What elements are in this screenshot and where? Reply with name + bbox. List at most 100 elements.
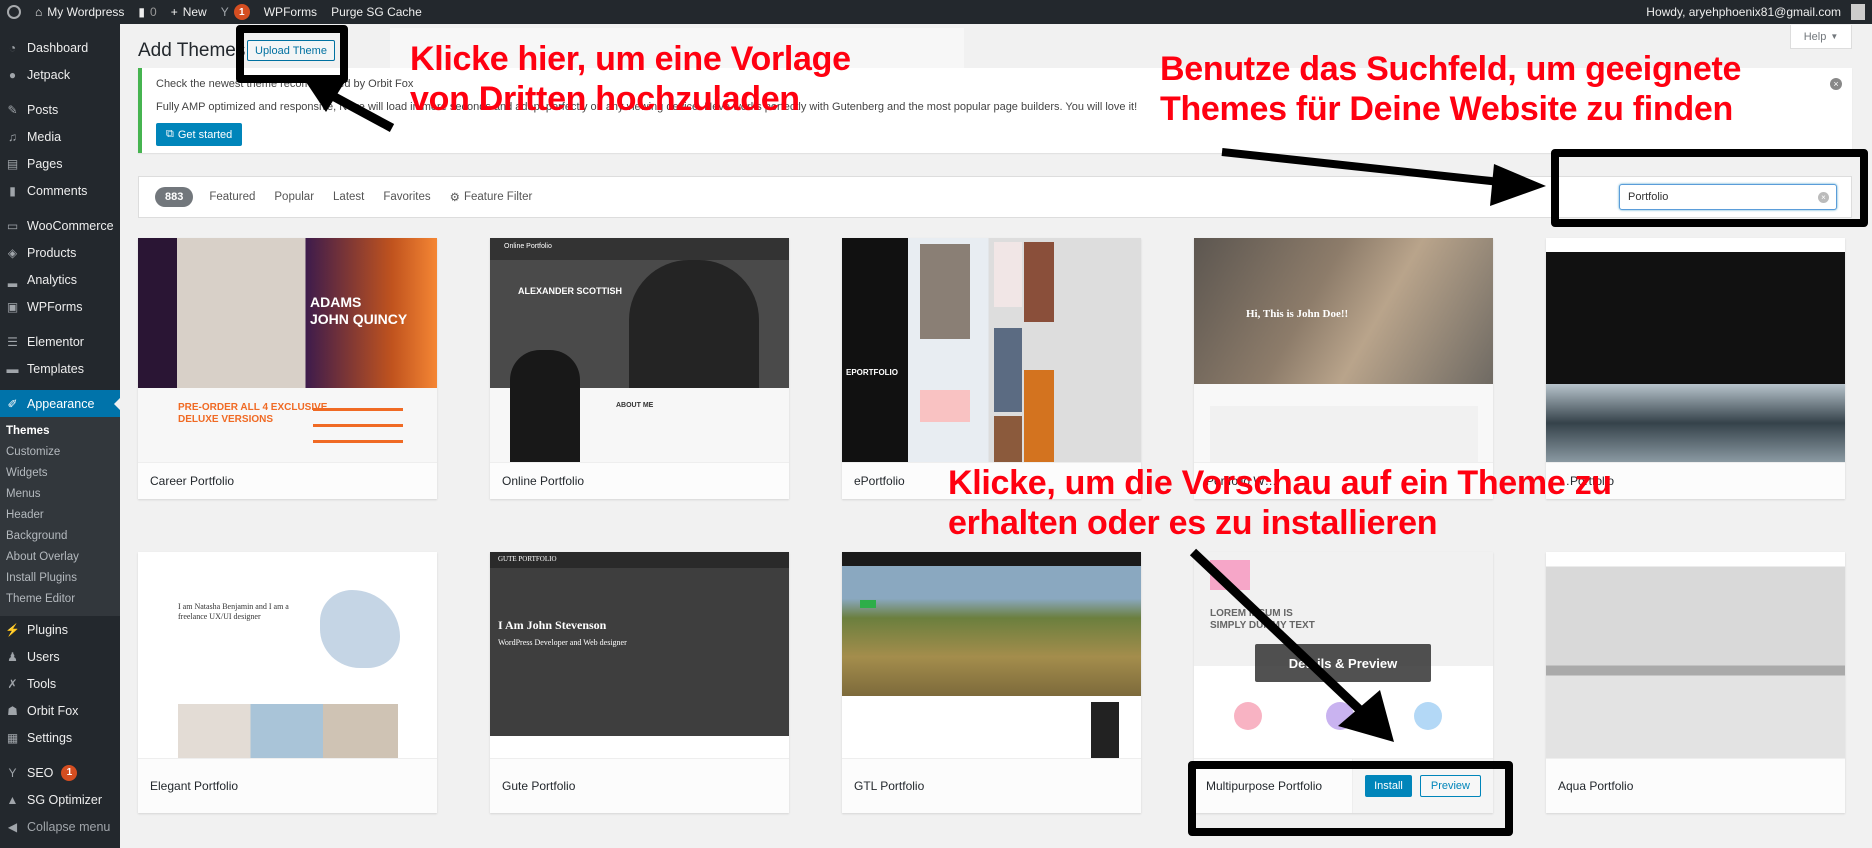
- notification-badge: 1: [233, 4, 250, 20]
- theme-card[interactable]: GTL Portfolio: [842, 552, 1141, 813]
- theme-card[interactable]: Aqua Portfolio: [1546, 552, 1845, 813]
- submenu-header[interactable]: Header: [0, 505, 120, 526]
- theme-name: Aqua Portfolio: [1546, 758, 1845, 813]
- theme-card[interactable]: GUTE PORTFOLIO I Am John Stevenson WordP…: [490, 552, 789, 813]
- collapse-menu-button[interactable]: ◀ Collapse menu: [0, 813, 120, 840]
- tab-favorites[interactable]: Favorites: [383, 191, 430, 203]
- comment-icon: ▮: [138, 5, 145, 19]
- dismiss-notice-icon[interactable]: ×: [1830, 78, 1842, 90]
- fox-icon: ☗: [7, 703, 18, 718]
- account-menu[interactable]: Howdy, aryehphoenix81@gmail.com: [1639, 0, 1872, 24]
- sidebar-item-media[interactable]: ♫ Media: [0, 123, 120, 150]
- comments-link[interactable]: ▮ 0: [131, 0, 163, 24]
- theme-screenshot[interactable]: LOREM IPSUM IS SIMPLY DUMMY TEXT Details…: [1194, 552, 1493, 758]
- sidebar-item-elementor[interactable]: ☰ Elementor: [0, 328, 120, 355]
- sg-icon: ▲: [6, 792, 19, 807]
- theme-screenshot[interactable]: GUTE PORTFOLIO I Am John Stevenson WordP…: [490, 552, 789, 758]
- theme-screenshot[interactable]: I am Natasha Benjamin and I am a freelan…: [138, 552, 437, 758]
- annotation-search: Benutze das Suchfeld, um geeignete Theme…: [1160, 50, 1742, 128]
- caret-down-icon: ▼: [1830, 32, 1839, 41]
- submenu-customize[interactable]: Customize: [0, 442, 120, 463]
- theme-screenshot[interactable]: [1546, 238, 1845, 462]
- sidebar-item-tools[interactable]: ✗ Tools: [0, 670, 120, 697]
- theme-screenshot[interactable]: Online Portfolio ALEXANDER SCOTTISH ABOU…: [490, 238, 789, 462]
- feature-filter-button[interactable]: ⚙ Feature Filter: [450, 190, 533, 204]
- theme-screenshot[interactable]: EPORTFOLIO: [842, 238, 1141, 462]
- sidebar-item-orbit-fox[interactable]: ☗ Orbit Fox: [0, 697, 120, 724]
- theme-card[interactable]: …Portfolio: [1546, 238, 1845, 499]
- submenu-install-plugins[interactable]: Install Plugins: [0, 568, 120, 589]
- sidebar-item-seo[interactable]: Y SEO 1: [0, 759, 120, 786]
- yoast-icon: Y: [8, 765, 17, 780]
- theme-card[interactable]: ADAMS JOHN QUINCY PRE-ORDER ALL 4 EXCLUS…: [138, 238, 437, 499]
- plus-icon: +: [170, 5, 178, 19]
- wpforms-link[interactable]: WPForms: [257, 0, 324, 24]
- sidebar-item-plugins[interactable]: ⚡ Plugins: [0, 616, 120, 643]
- gear-icon: ⚙: [449, 192, 460, 204]
- submenu-menus[interactable]: Menus: [0, 484, 120, 505]
- theme-name: Career Portfolio: [138, 462, 437, 499]
- admin-bar: ⌂ My Wordpress ▮ 0 + New Y1 WPForms Purge S…: [0, 0, 1872, 24]
- settings-icon: ▦: [6, 730, 19, 745]
- plug-icon: ⚡: [5, 622, 20, 637]
- theme-screenshot[interactable]: [842, 552, 1141, 758]
- yoast-menu[interactable]: Y1: [214, 0, 257, 24]
- sidebar-item-jetpack[interactable]: ● Jetpack: [0, 61, 120, 88]
- tab-latest[interactable]: Latest: [333, 191, 364, 203]
- pin-icon: ✎: [7, 102, 18, 117]
- pages-icon: ▤: [6, 156, 19, 171]
- submenu-widgets[interactable]: Widgets: [0, 463, 120, 484]
- submenu-themes[interactable]: Themes: [0, 421, 120, 442]
- sidebar-item-products[interactable]: ◈ Products: [0, 239, 120, 266]
- bar-chart-icon: ▂: [7, 272, 18, 287]
- theme-name: GTL Portfolio: [842, 758, 1141, 813]
- yoast-icon: Y: [220, 5, 229, 19]
- sidebar-item-settings[interactable]: ▦ Settings: [0, 724, 120, 751]
- user-icon: ♟: [7, 649, 18, 664]
- wp-logo-menu[interactable]: [0, 0, 28, 24]
- sidebar-item-sg-optimizer[interactable]: ▲ SG Optimizer: [0, 786, 120, 813]
- highlight-upload-box: [236, 25, 348, 83]
- sidebar-item-woocommerce[interactable]: ▭ WooCommerce: [0, 212, 120, 239]
- sidebar-item-templates[interactable]: ▬ Templates: [0, 355, 120, 382]
- sidebar-item-users[interactable]: ♟ Users: [0, 643, 120, 670]
- theme-card[interactable]: Online Portfolio ALEXANDER SCOTTISH ABOU…: [490, 238, 789, 499]
- theme-screenshot[interactable]: Hi, This is John Doe!!: [1194, 238, 1493, 462]
- theme-card[interactable]: I am Natasha Benjamin and I am a freelan…: [138, 552, 437, 813]
- admin-sidebar: ◔ Dashboard ● Jetpack ✎ Posts ♫ Media ▤ Pages…: [0, 24, 120, 848]
- submenu-about-overlay[interactable]: About Overlay: [0, 547, 120, 568]
- sidebar-item-posts[interactable]: ✎ Posts: [0, 96, 120, 123]
- theme-screenshot[interactable]: [1546, 552, 1845, 758]
- purge-cache-link[interactable]: Purge SG Cache: [324, 0, 429, 24]
- sidebar-item-analytics[interactable]: ▂ Analytics: [0, 266, 120, 293]
- highlight-install-box: [1188, 761, 1513, 836]
- jetpack-icon: ●: [8, 67, 17, 82]
- theme-card[interactable]: EPORTFOLIO ePortfolio: [842, 238, 1141, 499]
- tab-popular[interactable]: Popular: [274, 191, 314, 203]
- box-icon: ◈: [7, 245, 18, 260]
- comment-icon: ▮: [9, 183, 16, 198]
- appearance-submenu: Themes Customize Widgets Menus Header Ba…: [0, 417, 120, 616]
- avatar: [1851, 4, 1865, 20]
- theme-card[interactable]: Hi, This is John Doe!! Portfolio W…: [1194, 238, 1493, 499]
- form-icon: ▣: [6, 299, 19, 314]
- annotation-install: Klicke, um die Vorschau auf ein Theme zu…: [948, 464, 1612, 542]
- submenu-theme-editor[interactable]: Theme Editor: [0, 589, 120, 610]
- submenu-background[interactable]: Background: [0, 526, 120, 547]
- get-started-button[interactable]: ⧉ Get started: [156, 123, 243, 146]
- home-icon: ⌂: [35, 5, 43, 19]
- sidebar-item-pages[interactable]: ▤ Pages: [0, 150, 120, 177]
- tab-featured[interactable]: Featured: [209, 191, 255, 203]
- elementor-icon: ☰: [7, 334, 18, 349]
- sidebar-item-dashboard[interactable]: ◔ Dashboard: [0, 34, 120, 61]
- new-content-link[interactable]: + New: [164, 0, 214, 24]
- sidebar-item-comments[interactable]: ▮ Comments: [0, 177, 120, 204]
- site-name-link[interactable]: ⌂ My Wordpress: [28, 0, 131, 24]
- sidebar-item-appearance[interactable]: ✐ Appearance: [0, 390, 120, 417]
- theme-screenshot[interactable]: ADAMS JOHN QUINCY PRE-ORDER ALL 4 EXCLUS…: [138, 238, 437, 462]
- details-preview-button[interactable]: Details & Preview: [1255, 644, 1431, 682]
- sidebar-item-wpforms[interactable]: ▣ WPForms: [0, 293, 120, 320]
- theme-name: Elegant Portfolio: [138, 758, 437, 813]
- media-icon: ♫: [8, 129, 17, 144]
- help-tab-button[interactable]: Help ▼: [1790, 25, 1852, 49]
